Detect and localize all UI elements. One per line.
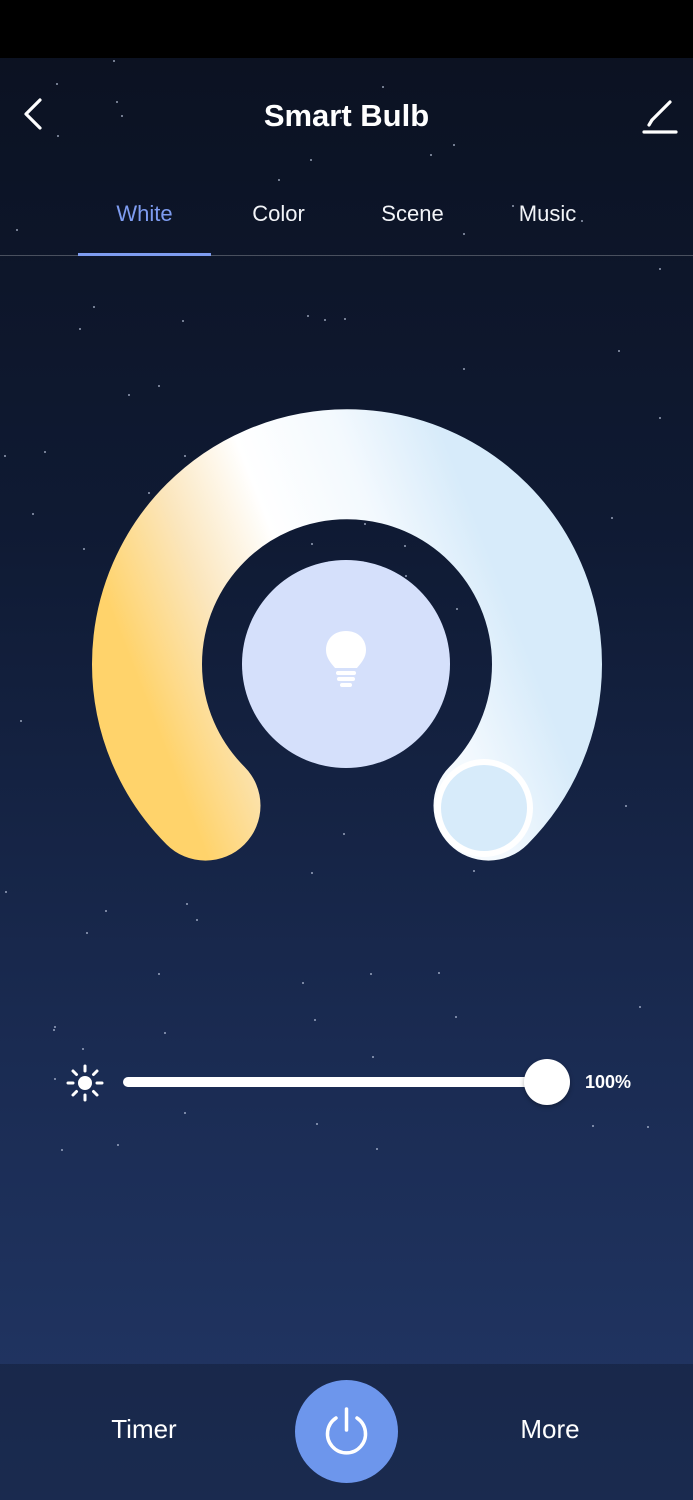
- star: [344, 318, 346, 320]
- star: [61, 1149, 63, 1151]
- star: [404, 545, 406, 547]
- star: [158, 973, 160, 975]
- header: Smart Bulb: [0, 58, 693, 173]
- timer-button[interactable]: Timer: [94, 1414, 194, 1454]
- star: [611, 517, 613, 519]
- edit-pencil-icon: [642, 100, 678, 134]
- star: [93, 306, 95, 308]
- star: [44, 451, 46, 453]
- brightness-track[interactable]: [123, 1077, 547, 1087]
- star: [311, 543, 313, 545]
- bulb-icon: [326, 631, 366, 687]
- star: [438, 972, 440, 974]
- star: [4, 455, 6, 457]
- star: [314, 1019, 316, 1021]
- power-icon: [325, 1407, 368, 1455]
- star: [370, 973, 372, 975]
- star: [32, 513, 34, 515]
- star: [302, 982, 304, 984]
- star: [186, 903, 188, 905]
- star: [324, 319, 326, 321]
- star: [86, 932, 88, 934]
- star: [456, 608, 458, 610]
- star: [20, 720, 22, 722]
- bulb-button[interactable]: [242, 560, 450, 768]
- power-button[interactable]: [295, 1380, 398, 1483]
- star: [473, 870, 475, 872]
- page-title: Smart Bulb: [263, 98, 430, 133]
- status-bar: [0, 0, 693, 58]
- star: [148, 492, 150, 494]
- star: [311, 872, 313, 874]
- star: [105, 910, 107, 912]
- star: [592, 1125, 594, 1127]
- star: [343, 833, 345, 835]
- star: [83, 548, 85, 550]
- edit-button[interactable]: [636, 92, 684, 140]
- star: [316, 1123, 318, 1125]
- tab-color[interactable]: Color: [212, 190, 345, 256]
- star: [117, 1144, 119, 1146]
- star: [54, 1026, 56, 1028]
- star: [647, 1126, 649, 1128]
- mode-tabs: White Color Scene Music: [0, 190, 693, 256]
- star: [196, 919, 198, 921]
- star: [164, 1032, 166, 1034]
- brightness-slider: 100%: [0, 1050, 693, 1114]
- tab-white[interactable]: White: [78, 190, 211, 256]
- star: [364, 523, 366, 525]
- star: [5, 891, 7, 893]
- star: [405, 575, 407, 577]
- active-tab-indicator: [78, 253, 211, 256]
- star: [463, 368, 465, 370]
- star: [639, 1006, 641, 1008]
- star: [455, 1016, 457, 1018]
- tab-music[interactable]: Music: [481, 190, 614, 256]
- star: [182, 320, 184, 322]
- sun-icon: [66, 1064, 104, 1102]
- more-button[interactable]: More: [500, 1414, 600, 1454]
- brightness-value: 100%: [585, 1072, 632, 1092]
- star: [618, 350, 620, 352]
- temperature-handle[interactable]: [435, 759, 533, 857]
- tab-scene[interactable]: Scene: [346, 190, 479, 256]
- star: [659, 417, 661, 419]
- star: [184, 455, 186, 457]
- star: [625, 805, 627, 807]
- star: [128, 394, 130, 396]
- star: [376, 1148, 378, 1150]
- star: [307, 315, 309, 317]
- star: [659, 268, 661, 270]
- star: [53, 1029, 55, 1031]
- star: [158, 385, 160, 387]
- brightness-thumb[interactable]: [524, 1059, 570, 1105]
- star: [79, 328, 81, 330]
- star: [278, 179, 280, 181]
